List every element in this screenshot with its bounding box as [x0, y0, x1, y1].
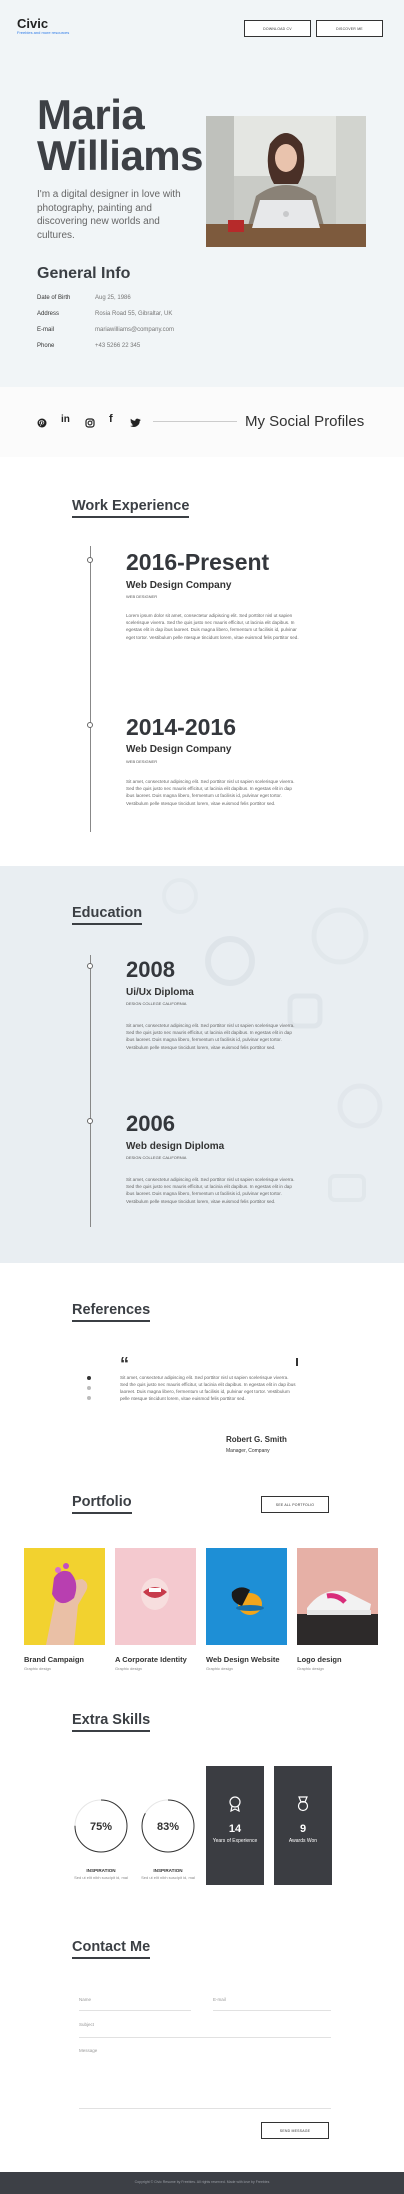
portfolio-item-category: Graphic design	[24, 1666, 51, 1671]
social-profiles-title: My Social Profiles	[245, 413, 365, 430]
facebook-icon[interactable]: f	[109, 414, 119, 425]
portfolio-image[interactable]	[24, 1548, 105, 1645]
award-badge-icon	[229, 1796, 241, 1812]
portfolio-item-category: Graphic design	[115, 1666, 142, 1671]
portfolio-item-category: Graphic design	[297, 1666, 324, 1671]
skill-percent: 75%	[89, 1821, 113, 1833]
name-field[interactable]: Name	[79, 1997, 91, 2002]
timeline-dot	[87, 557, 93, 563]
linkedin-icon[interactable]: in	[61, 415, 71, 425]
profile-photo	[206, 116, 366, 247]
portfolio-image[interactable]	[297, 1548, 378, 1645]
work-company: Web Design Company	[126, 744, 232, 755]
education-school: Design College California	[126, 1001, 187, 1006]
hero-intro: I'm a digital designer in love with phot…	[37, 189, 181, 241]
quote-icon: “	[120, 1354, 129, 1374]
info-label-email: E-mail	[37, 327, 55, 333]
portfolio-image[interactable]	[115, 1548, 196, 1645]
info-value-dob: Aug 25, 1986	[95, 295, 131, 301]
work-period: 2014-2016	[126, 714, 236, 740]
footer-copyright: Copyright © Civic Resume by Freebies. Al…	[134, 2180, 270, 2184]
timeline-dot	[87, 963, 93, 969]
work-role: Web Designer	[126, 759, 158, 764]
carousel-dot[interactable]	[87, 1396, 91, 1400]
work-description: Lorem ipsum dolor sit amet, consectetur …	[126, 613, 299, 640]
portfolio-title: Portfolio	[72, 1493, 132, 1514]
education-degree: Ui/Ux Diploma	[126, 987, 194, 998]
awards-label: Awards Won	[288, 1838, 318, 1844]
carousel-dot[interactable]	[87, 1376, 91, 1380]
info-label-phone: Phone	[37, 343, 55, 349]
skill-percent: 83%	[156, 1821, 180, 1833]
skill-label: Inspiration	[153, 1868, 183, 1873]
download-cv-button[interactable]: Download CV	[244, 20, 311, 37]
work-description: Sit amet, consectetur adipiscing elit. S…	[126, 779, 295, 806]
portfolio-item-title[interactable]: Brand Campaign	[24, 1655, 84, 1664]
education-description: Sit amet, consectetur adipiscing elit. S…	[126, 1177, 295, 1204]
education-school: Design College California	[126, 1155, 187, 1160]
info-label-dob: Date of Birth	[37, 295, 71, 301]
carousel-dot[interactable]	[87, 1386, 91, 1390]
timeline-dot	[87, 1118, 93, 1124]
education-degree: Web design Diploma	[126, 1141, 225, 1152]
send-message-button[interactable]: Send message	[261, 2122, 329, 2139]
portfolio-item-title[interactable]: Logo design	[297, 1655, 342, 1664]
info-value-email[interactable]: mariawilliams@company.com	[95, 326, 174, 334]
work-experience-title: Work Experience	[72, 497, 190, 518]
work-company: Web Design Company	[126, 580, 232, 591]
awards-card: 9 Awards Won	[274, 1766, 332, 1885]
experience-number: 14	[228, 1823, 242, 1835]
info-value-address: Rosia Road 55, Gibraltar, UK	[95, 311, 173, 317]
experience-card: 14 Years of Experience	[206, 1766, 264, 1885]
info-label-address: Address	[37, 311, 60, 317]
social-divider	[153, 421, 237, 422]
info-value-phone: +43 5266 22 345	[95, 343, 141, 349]
education-year: 2006	[126, 1111, 175, 1136]
quote-icon	[296, 1358, 298, 1366]
discover-me-button[interactable]: Discover me	[316, 20, 383, 37]
education-title: Education	[72, 904, 143, 925]
brand-logo[interactable]: Civic	[17, 16, 48, 31]
reference-quote: Sit amet, consectetur adipiscing elit. S…	[120, 1375, 296, 1401]
subject-field-underline	[79, 2037, 331, 2038]
portfolio-item-category: Graphic design	[206, 1666, 233, 1671]
email-field-underline	[213, 2010, 331, 2011]
education-description: Sit amet, consectetur adipiscing elit. S…	[126, 1023, 295, 1050]
instagram-icon[interactable]	[85, 415, 95, 428]
hero-first-name: Maria	[37, 91, 145, 138]
extra-skills-title: Extra Skills	[72, 1711, 151, 1732]
message-field[interactable]: Message	[79, 2048, 97, 2053]
awards-number: 9	[299, 1823, 307, 1835]
timeline-dot	[87, 722, 93, 728]
medal-icon	[297, 1796, 309, 1812]
skill-desc: Sed ut elit nibh suscipit id, mal	[74, 1875, 128, 1880]
brand-tagline: Freebies and more resources	[17, 30, 70, 35]
work-period: 2016-Present	[126, 549, 270, 575]
skill-desc: Sed ut elit nibh suscipit id, mal	[141, 1875, 195, 1880]
education-timeline-line	[90, 955, 91, 1227]
see-all-portfolio-button[interactable]: See all portfolio	[261, 1496, 329, 1513]
pinterest-icon[interactable]	[37, 415, 47, 428]
work-timeline-line	[90, 546, 91, 832]
portfolio-item-title[interactable]: A Corporate Identity	[115, 1655, 187, 1664]
email-field[interactable]: E-mail	[213, 1997, 226, 2002]
general-info-title: General Info	[37, 265, 131, 282]
work-role: Web Designer	[126, 594, 158, 599]
subject-field[interactable]: Subject	[79, 2022, 94, 2027]
experience-label: Years of Experience	[212, 1838, 258, 1844]
reference-position: Manager, Company	[226, 1448, 270, 1454]
portfolio-item-title[interactable]: Web Design Website	[206, 1655, 280, 1664]
education-year: 2008	[126, 957, 175, 982]
message-field-underline	[79, 2108, 331, 2109]
references-title: References	[72, 1301, 151, 1322]
name-field-underline	[79, 2010, 191, 2011]
portfolio-image[interactable]	[206, 1548, 287, 1645]
skill-label: Inspiration	[86, 1868, 116, 1873]
twitter-icon[interactable]	[130, 415, 141, 428]
contact-me-title: Contact Me	[72, 1938, 151, 1959]
hero-last-name: Williams	[37, 132, 204, 179]
reference-name: Robert G. Smith	[226, 1435, 287, 1444]
